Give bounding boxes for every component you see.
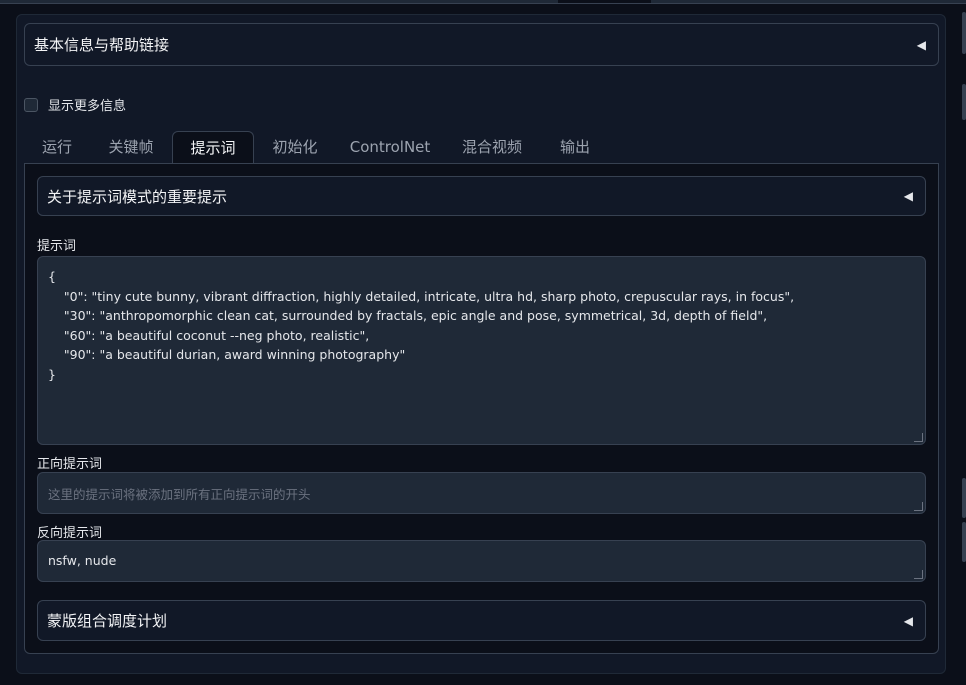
right-panel-edge	[962, 478, 966, 518]
show-more-info-checkbox[interactable]	[24, 97, 38, 112]
negative-prompt-label: 反向提示词	[37, 526, 103, 541]
resize-handle-icon[interactable]	[914, 433, 923, 442]
info-accordion[interactable]: 基本信息与帮助链接 ◀	[24, 23, 939, 66]
positive-prompt-placeholder: 这里的提示词将被添加到所有正向提示词的开头	[48, 487, 311, 502]
collapse-arrow-icon: ◀	[916, 37, 926, 52]
tab-controlnet[interactable]: ControlNet	[342, 131, 438, 164]
tab-keyframes[interactable]: 关键帧	[98, 131, 164, 164]
tab-bar: 运行 关键帧 提示词 初始化 ControlNet 混合视频 输出	[24, 131, 939, 165]
prompt-mode-accordion-title: 关于提示词模式的重要提示	[47, 187, 228, 206]
resize-handle-icon[interactable]	[914, 570, 923, 579]
prompts-line: }	[48, 366, 56, 382]
prompt-mode-accordion[interactable]: 关于提示词模式的重要提示 ◀	[37, 176, 926, 216]
tab-prompts[interactable]: 提示词	[172, 131, 254, 165]
right-panel-edge	[962, 84, 966, 120]
prompts-line: {	[48, 269, 56, 284]
prompts-line: "60": "a beautiful coconut --neg photo, …	[48, 327, 370, 343]
positive-prompt-textarea[interactable]: 这里的提示词将被添加到所有正向提示词的开头	[37, 472, 926, 514]
right-panel-edge	[962, 522, 966, 562]
tab-hybrid-video[interactable]: 混合视频	[450, 131, 534, 164]
top-tab-strip	[0, 0, 966, 4]
show-more-info-label: 显示更多信息	[48, 99, 127, 114]
prompts-label: 提示词	[37, 239, 77, 254]
top-strip-left	[0, 0, 558, 3]
show-more-info-row[interactable]: 显示更多信息	[24, 95, 126, 114]
tab-init[interactable]: 初始化	[262, 131, 328, 164]
prompts-line: "90": "a beautiful durian, award winning…	[48, 347, 406, 363]
mask-schedule-accordion[interactable]: 蒙版组合调度计划 ◀	[37, 600, 926, 641]
tab-run[interactable]: 运行	[29, 131, 85, 164]
prompts-line: "0": "tiny cute bunny, vibrant diffracti…	[48, 288, 795, 304]
resize-handle-icon[interactable]	[914, 502, 923, 511]
negative-prompt-value: nsfw, nude	[48, 553, 117, 568]
prompts-textarea[interactable]: { "0": "tiny cute bunny, vibrant diffrac…	[37, 256, 926, 445]
info-accordion-title: 基本信息与帮助链接	[34, 36, 170, 54]
mask-schedule-accordion-title: 蒙版组合调度计划	[47, 612, 168, 630]
prompts-line: "30": "anthropomorphic clean cat, surrou…	[48, 308, 768, 324]
collapse-arrow-icon: ◀	[903, 613, 913, 628]
negative-prompt-textarea[interactable]: nsfw, nude	[37, 540, 926, 582]
positive-prompt-label: 正向提示词	[37, 457, 103, 472]
top-strip-right	[651, 0, 966, 3]
tab-output[interactable]: 输出	[550, 131, 600, 164]
right-panel-edge	[962, 12, 966, 54]
collapse-arrow-icon: ◀	[903, 189, 913, 203]
